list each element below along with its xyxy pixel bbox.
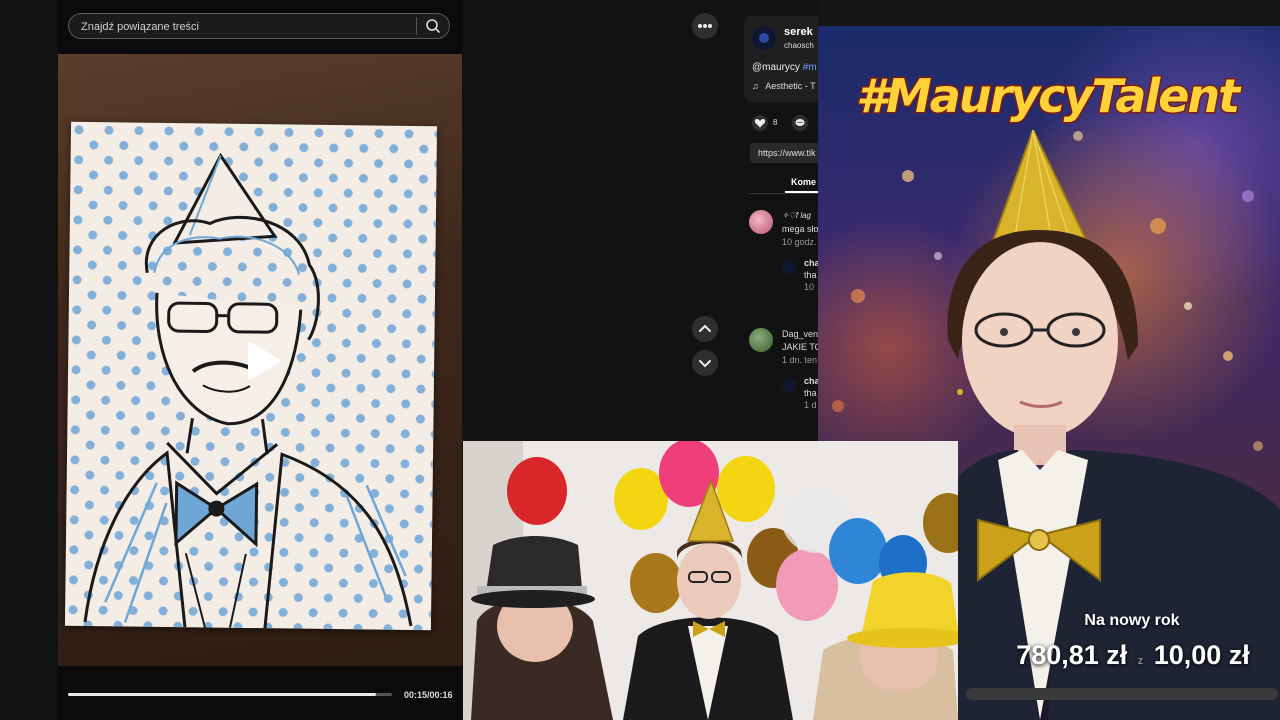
goal-target-amount: 10,00 zł: [1153, 640, 1250, 670]
caption-mention[interactable]: @maurycy: [752, 62, 800, 73]
previous-video-button[interactable]: [692, 316, 718, 342]
comment-time: 1 dn. ten: [782, 355, 818, 365]
goal-values: 780,81 zł z 10,00 zł: [988, 640, 1278, 671]
comment-icon: [795, 119, 805, 126]
streamer-figure: [938, 130, 1280, 720]
link-text[interactable]: https://www.tik: [758, 148, 816, 158]
search-icon[interactable]: [423, 16, 443, 36]
reply-avatar[interactable]: [782, 260, 796, 274]
video-time: 00:15/00:16: [404, 690, 453, 700]
reply-avatar[interactable]: [782, 378, 796, 392]
tab-divider: [749, 193, 818, 194]
reply-user[interactable]: cha: [804, 376, 818, 386]
tab-active-indicator: [785, 191, 818, 193]
comment-button[interactable]: [792, 115, 808, 131]
hashtag-banner: #MaurycyTalent: [855, 68, 1246, 125]
reply-user[interactable]: cha: [804, 258, 818, 268]
copy-link-box[interactable]: https://www.tik: [750, 143, 818, 163]
like-button[interactable]: [752, 115, 768, 131]
goal-label: Na nowy rok: [1084, 612, 1180, 629]
commenter-name[interactable]: ✧♡f lag: [782, 211, 811, 220]
stream-hashtag-title: #MaurycyTalent: [855, 60, 1256, 141]
reply-text: tha: [804, 270, 817, 280]
hashtag-text: #MaurycyTalent: [856, 69, 1242, 123]
goal-separator: z: [1137, 655, 1144, 667]
comment-item: ✧♡f lag mega sło 10 godz. cha tha 10: [740, 208, 818, 298]
comment-text: mega sło: [782, 224, 818, 234]
avatar-logo-icon: [759, 33, 769, 43]
comment-item: Dag_ven JAKIE TO 1 dn. ten cha tha 1 d: [740, 326, 818, 416]
comment-time: 10 godz.: [782, 237, 817, 247]
search-divider: [416, 17, 417, 35]
chevron-up-icon: [699, 324, 711, 332]
caption-hashtag[interactable]: #m: [803, 62, 817, 73]
video-progress-fill: [68, 693, 376, 696]
commenter-avatar[interactable]: [749, 328, 773, 352]
webcam-feed: [463, 441, 958, 720]
goal-current-amount: 780,81 zł: [1016, 640, 1128, 670]
music-note-icon: ♫: [752, 81, 759, 91]
comments-panel: serek chaosch @maurycy #m ♫ Aesthetic - …: [740, 0, 818, 440]
author-name[interactable]: serek: [784, 26, 813, 38]
comment-reply: cha tha 1 d: [782, 376, 818, 416]
author-handle[interactable]: chaosch: [784, 41, 814, 50]
video-frame[interactable]: [58, 54, 462, 666]
comment-reply: cha tha 10: [782, 258, 818, 298]
reply-time: 10: [804, 282, 815, 292]
search-input[interactable]: [79, 17, 403, 37]
author-avatar[interactable]: [752, 26, 776, 50]
next-video-button[interactable]: [692, 350, 718, 376]
more-options-button[interactable]: [692, 13, 718, 39]
commenter-name[interactable]: Dag_ven: [782, 329, 818, 339]
video-progress-bar[interactable]: [68, 693, 392, 696]
like-count: 8: [773, 118, 778, 127]
party-webcam-image: [463, 441, 958, 720]
tab-comments[interactable]: Kome: [791, 177, 816, 187]
play-icon[interactable]: [244, 340, 282, 382]
reply-time: 1 d: [804, 400, 817, 410]
commenter-avatar[interactable]: [749, 210, 773, 234]
chevron-down-icon: [699, 360, 711, 368]
music-title: Aesthetic - T: [765, 81, 816, 91]
heart-icon: [754, 119, 766, 128]
more-dots-icon: [698, 24, 712, 28]
reply-text: tha: [804, 388, 817, 398]
comment-text: JAKIE TO: [782, 342, 818, 352]
music-row[interactable]: ♫ Aesthetic - T: [752, 81, 816, 91]
caption: @maurycy #m: [752, 62, 817, 73]
goal-progress-bar: [966, 688, 1278, 700]
video-player: 00:15/00:16: [58, 0, 462, 720]
related-search-bar[interactable]: [68, 13, 450, 39]
